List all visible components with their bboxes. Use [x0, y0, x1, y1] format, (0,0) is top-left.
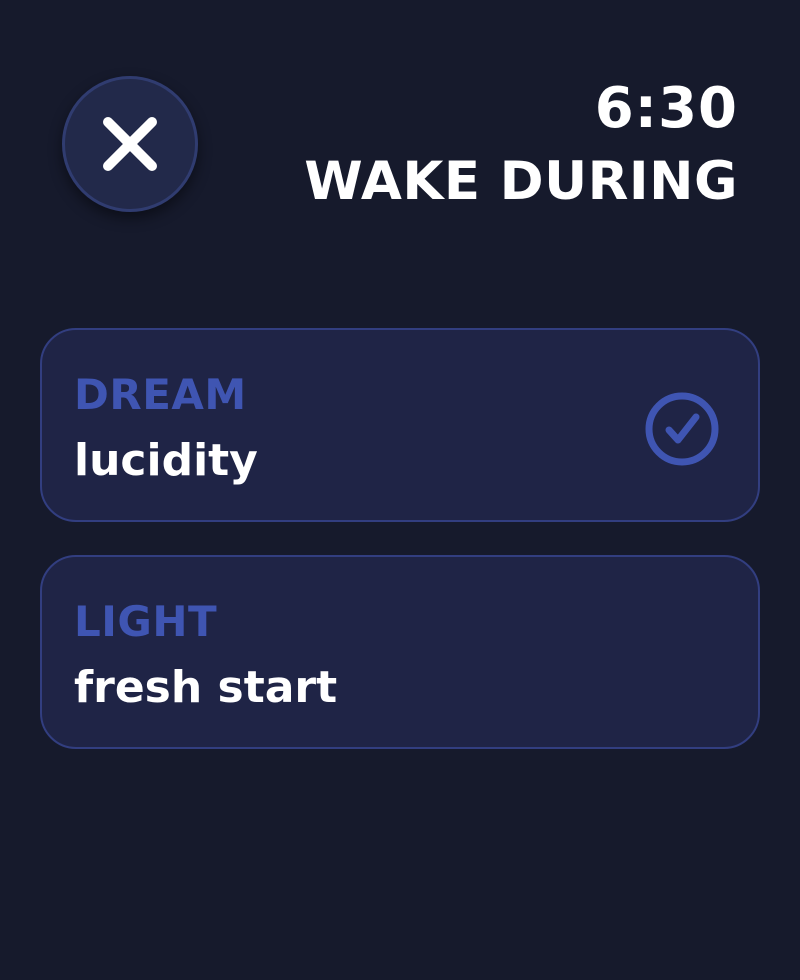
- header: 6:30 WAKE DURING: [304, 78, 738, 214]
- option-label: DREAM: [74, 370, 247, 419]
- close-button[interactable]: [62, 76, 198, 212]
- option-light[interactable]: LIGHT fresh start: [40, 555, 760, 749]
- option-subtitle: lucidity: [74, 435, 258, 486]
- option-subtitle: fresh start: [74, 662, 338, 713]
- checkmark-circle-icon: [645, 392, 719, 466]
- page-title: WAKE DURING: [304, 151, 738, 212]
- alarm-time: 6:30: [594, 76, 738, 141]
- close-icon: [103, 117, 157, 171]
- option-dream[interactable]: DREAM lucidity: [40, 328, 760, 522]
- option-label: LIGHT: [74, 597, 218, 646]
